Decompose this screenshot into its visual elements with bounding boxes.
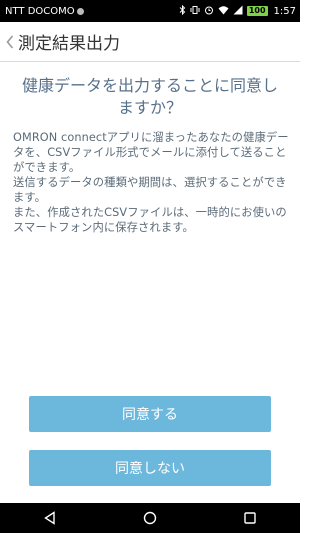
vibrate-icon: [190, 5, 200, 18]
alarm-icon: [204, 5, 214, 18]
battery-icon: 100: [246, 6, 268, 16]
carrier-name: NTT DOCOMO: [5, 5, 75, 17]
back-triangle-icon[interactable]: [30, 503, 70, 533]
wifi-icon: [218, 5, 229, 18]
carrier-label: NTT DOCOMO: [5, 6, 84, 17]
bluetooth-icon: [179, 4, 186, 18]
android-nav-bar: [0, 503, 300, 533]
consent-question: 健康データを出力することに同意しますか？: [21, 76, 278, 117]
signal-icon: [233, 5, 243, 18]
consent-description: OMRON connectアプリに溜まったあなたの健康データを、CSVファイル形…: [13, 131, 289, 234]
agree-button[interactable]: 同意する: [29, 396, 271, 432]
status-icons: 100 1:57: [179, 4, 296, 18]
app-header: 測定結果出力: [0, 22, 300, 62]
disagree-button[interactable]: 同意しない: [29, 450, 271, 486]
chevron-left-icon[interactable]: [3, 32, 17, 52]
page-title: 測定結果出力: [18, 34, 120, 54]
status-bar: NTT DOCOMO 100 1:57: [0, 0, 300, 22]
recents-square-icon[interactable]: [230, 503, 270, 533]
clock: 1:57: [273, 5, 296, 17]
carrier-icon: [76, 7, 84, 15]
home-circle-icon[interactable]: [130, 503, 170, 533]
